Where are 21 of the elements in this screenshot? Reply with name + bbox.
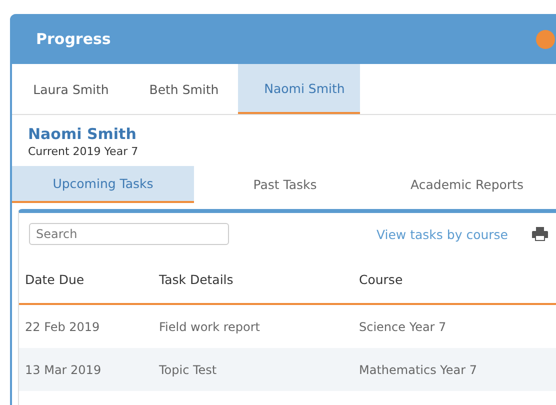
table-cell-text: Science Year 7 (358, 320, 448, 334)
table-cell-text: Field work report (158, 320, 262, 334)
window-title: Progress (36, 30, 111, 48)
table-cell-text: Topic Test (158, 362, 218, 376)
task-tab[interactable]: Past Tasks (194, 166, 376, 203)
column-header: Task Details (158, 272, 234, 286)
student-tab[interactable]: Beth Smith (130, 64, 238, 114)
view-tasks-link[interactable]: View tasks by course (376, 226, 508, 242)
task-tab[interactable]: Academic Reports (376, 166, 556, 203)
table-cell-text: 22 Feb 2019 (24, 320, 101, 334)
task-tab[interactable]: Upcoming Tasks (12, 166, 194, 203)
column-header: Date Due (24, 272, 86, 286)
student-tab[interactable]: Naomi Smith (238, 64, 360, 114)
table-cell-text: 13 Mar 2019 (24, 362, 102, 376)
student-tab[interactable]: Laura Smith (12, 64, 130, 114)
search-field[interactable]: Search (29, 223, 229, 245)
enrolment-text: Current 2019 Year 7 (28, 145, 140, 158)
column-header: Course (358, 272, 404, 286)
table-cell-text: Mathematics Year 7 (358, 362, 478, 376)
student-name: Naomi Smith (28, 125, 138, 143)
print-icon[interactable] (532, 227, 548, 241)
